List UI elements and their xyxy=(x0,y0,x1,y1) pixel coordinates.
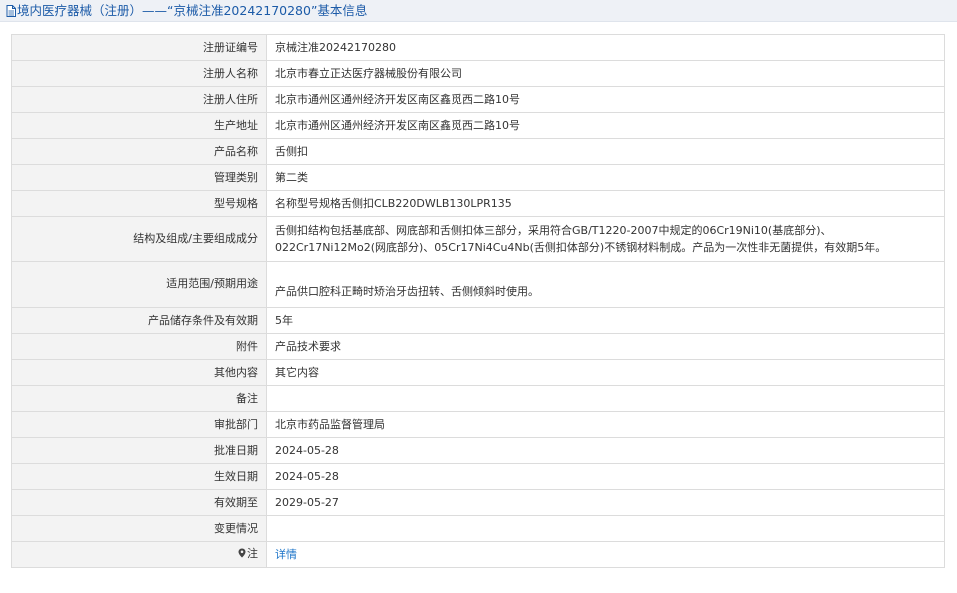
row-label: 注册人名称 xyxy=(11,60,267,87)
details-link[interactable]: 详情 xyxy=(275,548,297,561)
row-value: 第二类 xyxy=(266,164,945,191)
table-row: 结构及组成/主要组成成分 舌侧扣结构包括基底部、网底部和舌侧扣体三部分，采用符合… xyxy=(11,216,945,262)
row-value: 北京市通州区通州经济开发区南区鑫觅西二路10号 xyxy=(266,86,945,113)
table-row: 批准日期 2024-05-28 xyxy=(11,437,945,464)
table-row: 适用范围/预期用途 产品供口腔科正畸时矫治牙齿扭转、舌侧倾斜时使用。 xyxy=(11,261,945,308)
row-label: 备注 xyxy=(11,385,267,412)
row-value xyxy=(266,515,945,542)
row-value: 舌侧扣 xyxy=(266,138,945,165)
row-label: 结构及组成/主要组成成分 xyxy=(11,216,267,262)
row-value: 舌侧扣结构包括基底部、网底部和舌侧扣体三部分，采用符合GB/T1220-2007… xyxy=(266,216,945,262)
row-label: 适用范围/预期用途 xyxy=(11,261,267,308)
table-row: 备注 xyxy=(11,385,945,412)
row-label: 产品储存条件及有效期 xyxy=(11,307,267,334)
row-value xyxy=(266,385,945,412)
row-label: 有效期至 xyxy=(11,489,267,516)
row-label: 生效日期 xyxy=(11,463,267,490)
table-row: 附件 产品技术要求 xyxy=(11,333,945,360)
row-value: 5年 xyxy=(266,307,945,334)
row-label: 注册人住所 xyxy=(11,86,267,113)
info-table: 注册证编号 京械注准20242170280 注册人名称 北京市春立正达医疗器械股… xyxy=(11,34,945,568)
row-value: 产品技术要求 xyxy=(266,333,945,360)
note-label-cell: 注 xyxy=(11,541,267,568)
map-pin-icon xyxy=(238,547,246,563)
table-row: 变更情况 xyxy=(11,515,945,542)
row-value: 京械注准20242170280 xyxy=(266,34,945,61)
row-value: 2029-05-27 xyxy=(266,489,945,516)
row-label: 注册证编号 xyxy=(11,34,267,61)
row-label: 附件 xyxy=(11,333,267,360)
row-value: 名称型号规格舌侧扣CLB220DWLB130LPR135 xyxy=(266,190,945,217)
page-header: 境内医疗器械（注册）——“京械注准20242170280”基本信息 xyxy=(0,0,957,22)
table-row: 注册人住所 北京市通州区通州经济开发区南区鑫觅西二路10号 xyxy=(11,86,945,113)
row-label: 型号规格 xyxy=(11,190,267,217)
row-value: 北京市春立正达医疗器械股份有限公司 xyxy=(266,60,945,87)
row-value: 2024-05-28 xyxy=(266,463,945,490)
table-row: 其他内容 其它内容 xyxy=(11,359,945,386)
row-label: 变更情况 xyxy=(11,515,267,542)
table-row: 型号规格 名称型号规格舌侧扣CLB220DWLB130LPR135 xyxy=(11,190,945,217)
document-icon xyxy=(6,2,16,23)
row-value: 北京市药品监督管理局 xyxy=(266,411,945,438)
row-label: 批准日期 xyxy=(11,437,267,464)
row-label: 其他内容 xyxy=(11,359,267,386)
row-label: 审批部门 xyxy=(11,411,267,438)
table-row: 注册证编号 京械注准20242170280 xyxy=(11,34,945,61)
row-label: 生产地址 xyxy=(11,112,267,139)
table-row: 生产地址 北京市通州区通州经济开发区南区鑫觅西二路10号 xyxy=(11,112,945,139)
table-row: 审批部门 北京市药品监督管理局 xyxy=(11,411,945,438)
row-value: 其它内容 xyxy=(266,359,945,386)
note-label: 注 xyxy=(247,547,258,560)
table-row: 有效期至 2029-05-27 xyxy=(11,489,945,516)
table-row: 生效日期 2024-05-28 xyxy=(11,463,945,490)
table-row: 注册人名称 北京市春立正达医疗器械股份有限公司 xyxy=(11,60,945,87)
note-row: 注 详情 xyxy=(11,541,945,568)
row-value: 产品供口腔科正畸时矫治牙齿扭转、舌侧倾斜时使用。 xyxy=(266,261,945,308)
row-value: 2024-05-28 xyxy=(266,437,945,464)
row-value: 北京市通州区通州经济开发区南区鑫觅西二路10号 xyxy=(266,112,945,139)
table-row: 管理类别 第二类 xyxy=(11,164,945,191)
note-value-cell: 详情 xyxy=(266,541,945,568)
table-row: 产品储存条件及有效期 5年 xyxy=(11,307,945,334)
table-row: 产品名称 舌侧扣 xyxy=(11,138,945,165)
row-label: 管理类别 xyxy=(11,164,267,191)
row-label: 产品名称 xyxy=(11,138,267,165)
page-title: 境内医疗器械（注册）——“京械注准20242170280”基本信息 xyxy=(17,3,368,18)
